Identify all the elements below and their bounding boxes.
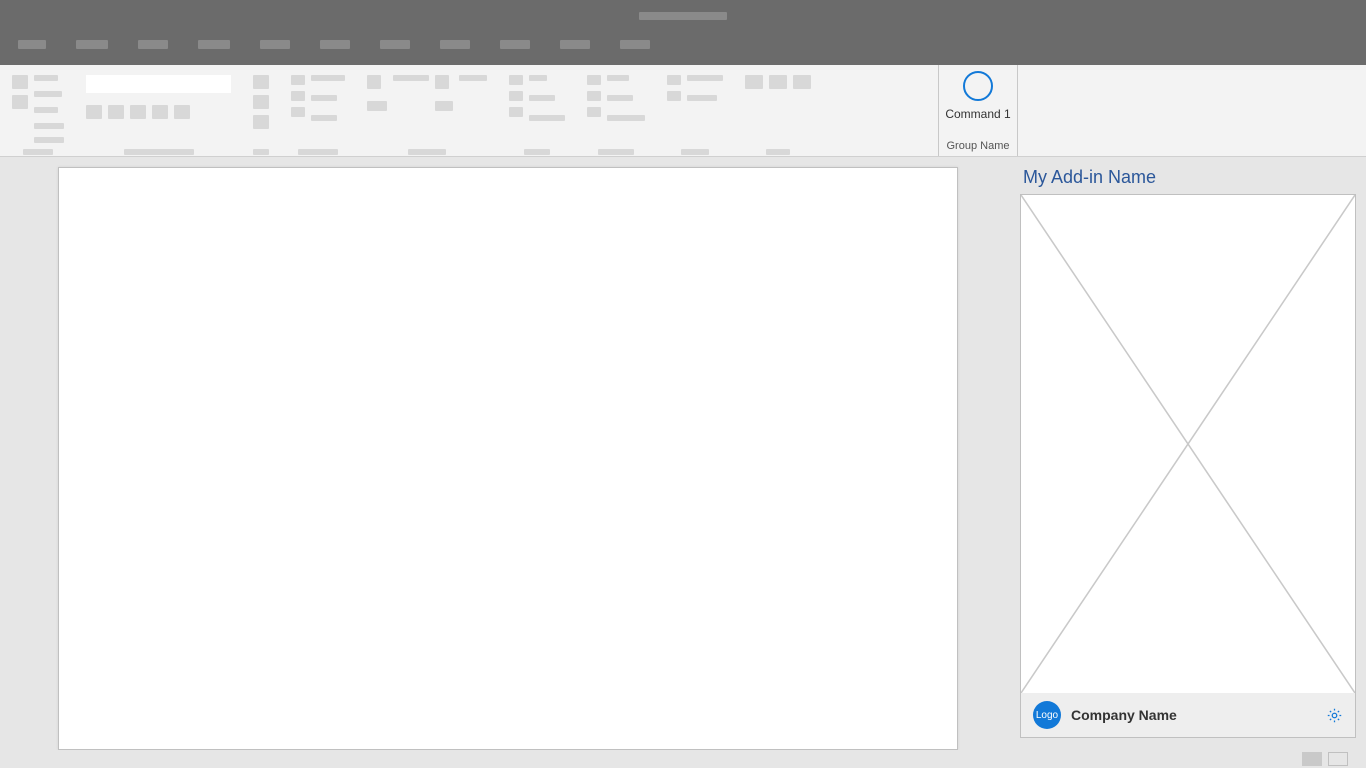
ribbon-tab[interactable] [440,40,470,49]
addin-logo: Logo [1033,701,1061,729]
status-bar [0,750,1366,768]
command-1-label[interactable]: Command 1 [945,107,1010,121]
ribbon: Command 1 Group Name [0,65,1366,157]
gear-icon [1326,707,1343,724]
document-page[interactable] [58,167,958,750]
ribbon-tabstrip [0,32,1366,65]
ribbon-tab[interactable] [76,40,108,49]
document-workspace: My Add-in Name Logo Company Name [0,157,1366,750]
ribbon-groups-placeholder [0,65,823,156]
taskpane-body: Logo Company Name [1020,194,1356,738]
view-mode-button[interactable] [1328,752,1348,766]
title-placeholder [639,12,727,20]
command-1-icon[interactable] [963,71,993,101]
taskpane-title: My Add-in Name [1023,167,1356,194]
taskpane-content-placeholder [1021,195,1355,693]
ribbon-tab[interactable] [138,40,168,49]
custom-ribbon-group: Command 1 Group Name [938,65,1018,156]
ribbon-tab[interactable] [18,40,46,49]
ribbon-tab[interactable] [320,40,350,49]
window-titlebar [0,0,1366,32]
ribbon-tab[interactable] [198,40,230,49]
taskpane-footer: Logo Company Name [1021,693,1355,737]
ribbon-tab[interactable] [620,40,650,49]
view-mode-button[interactable] [1302,752,1322,766]
ribbon-tab[interactable] [260,40,290,49]
settings-button[interactable] [1325,706,1343,724]
ribbon-tab[interactable] [500,40,530,49]
company-name-label: Company Name [1071,707,1177,723]
custom-group-label: Group Name [947,140,1010,152]
ribbon-tab[interactable] [380,40,410,49]
ribbon-tab[interactable] [560,40,590,49]
addin-taskpane: My Add-in Name Logo Company Name [1020,167,1356,738]
